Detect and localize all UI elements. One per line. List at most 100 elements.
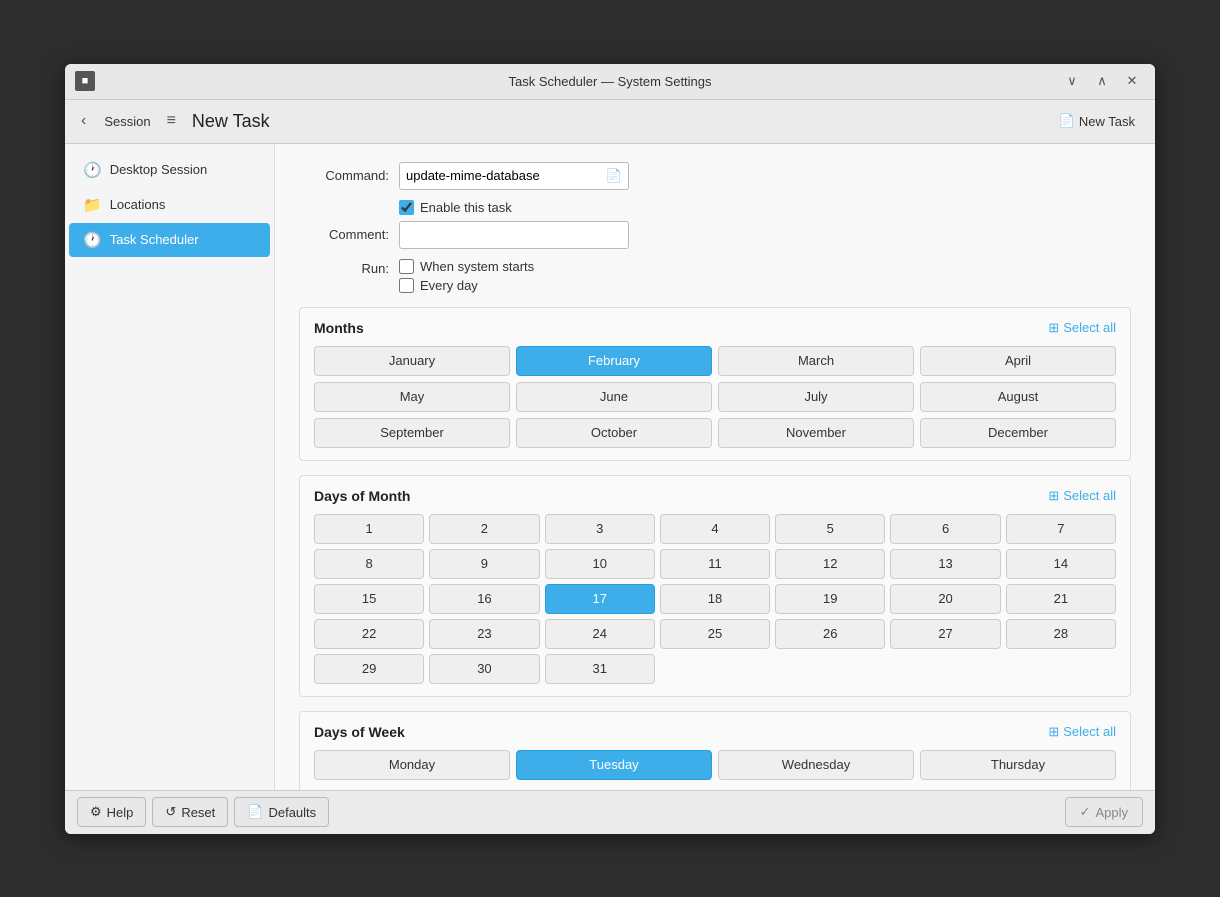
run-option-system-starts: When system starts (399, 259, 534, 274)
apply-button[interactable]: ✓ Apply (1065, 797, 1143, 827)
comment-label: Comment: (299, 227, 389, 242)
day-button-3[interactable]: 3 (545, 514, 655, 544)
month-button-nov[interactable]: November (718, 418, 914, 448)
enable-task-checkbox[interactable] (399, 200, 414, 215)
minimize-button[interactable]: ∨ (1059, 70, 1085, 92)
title-bar: ■ Task Scheduler — System Settings ∨ ∧ ✕ (65, 64, 1155, 100)
month-button-feb[interactable]: February (516, 346, 712, 376)
day-button-28[interactable]: 28 (1006, 619, 1116, 649)
every-day-checkbox[interactable] (399, 278, 414, 293)
month-button-sep[interactable]: September (314, 418, 510, 448)
day-button-1[interactable]: 1 (314, 514, 424, 544)
day-button-29[interactable]: 29 (314, 654, 424, 684)
day-button-15[interactable]: 15 (314, 584, 424, 614)
month-button-jan[interactable]: January (314, 346, 510, 376)
month-button-apr[interactable]: April (920, 346, 1116, 376)
run-row: Run: When system starts Every day (299, 259, 1131, 293)
weekday-button-wed[interactable]: Wednesday (718, 750, 914, 780)
maximize-button[interactable]: ∧ (1089, 70, 1115, 92)
app-icon: ■ (75, 71, 95, 91)
day-button-5[interactable]: 5 (775, 514, 885, 544)
day-button-16[interactable]: 16 (429, 584, 539, 614)
weekday-button-tue[interactable]: Tuesday (516, 750, 712, 780)
sidebar-item-task-scheduler[interactable]: 🕐 Task Scheduler (69, 223, 270, 257)
comment-input[interactable] (399, 221, 629, 249)
days-of-week-select-all-button[interactable]: ⊞ Select all (1048, 724, 1116, 740)
day-button-20[interactable]: 20 (890, 584, 1000, 614)
defaults-icon: 📄 (247, 804, 263, 820)
command-field-wrapper: 📄 (399, 162, 629, 190)
day-button-27[interactable]: 27 (890, 619, 1000, 649)
file-picker-icon[interactable]: 📄 (606, 168, 622, 184)
page-title: New Task (192, 111, 270, 132)
day-button-11[interactable]: 11 (660, 549, 770, 579)
select-all-icon: ⊞ (1048, 724, 1059, 740)
day-button-23[interactable]: 23 (429, 619, 539, 649)
month-button-oct[interactable]: October (516, 418, 712, 448)
months-select-all-button[interactable]: ⊞ Select all (1048, 320, 1116, 336)
sidebar-item-label: Desktop Session (110, 162, 208, 177)
day-button-25[interactable]: 25 (660, 619, 770, 649)
day-button-2[interactable]: 2 (429, 514, 539, 544)
main-content: Command: 📄 Enable this task Comment: Run… (275, 144, 1155, 790)
sidebar-item-desktop-session[interactable]: 🕐 Desktop Session (69, 153, 270, 187)
day-button-30[interactable]: 30 (429, 654, 539, 684)
new-task-icon: 📄 (1059, 113, 1075, 129)
close-button[interactable]: ✕ (1119, 70, 1145, 92)
day-button-19[interactable]: 19 (775, 584, 885, 614)
window-title: Task Scheduler — System Settings (508, 74, 711, 89)
weekday-button-mon[interactable]: Monday (314, 750, 510, 780)
weekday-button-thu[interactable]: Thursday (920, 750, 1116, 780)
days-of-month-header: Days of Month ⊞ Select all (314, 488, 1116, 504)
help-button[interactable]: ⚙ Help (77, 797, 146, 827)
day-button-10[interactable]: 10 (545, 549, 655, 579)
day-button-21[interactable]: 21 (1006, 584, 1116, 614)
comment-row: Comment: (299, 221, 1131, 249)
day-button-14[interactable]: 14 (1006, 549, 1116, 579)
when-system-starts-label: When system starts (420, 259, 534, 274)
day-button-13[interactable]: 13 (890, 549, 1000, 579)
folder-icon: 📁 (83, 196, 102, 214)
month-button-mar[interactable]: March (718, 346, 914, 376)
days-of-week-section: Days of Week ⊞ Select all MondayTuesdayW… (299, 711, 1131, 790)
defaults-button[interactable]: 📄 Defaults (234, 797, 329, 827)
month-button-jun[interactable]: June (516, 382, 712, 412)
command-input[interactable] (406, 168, 602, 183)
day-button-26[interactable]: 26 (775, 619, 885, 649)
day-button-17[interactable]: 17 (545, 584, 655, 614)
month-button-aug[interactable]: August (920, 382, 1116, 412)
session-button[interactable]: Session (96, 110, 158, 133)
month-button-dec[interactable]: December (920, 418, 1116, 448)
days-of-week-header: Days of Week ⊞ Select all (314, 724, 1116, 740)
day-button-18[interactable]: 18 (660, 584, 770, 614)
command-row: Command: 📄 (299, 162, 1131, 190)
day-button-24[interactable]: 24 (545, 619, 655, 649)
day-button-22[interactable]: 22 (314, 619, 424, 649)
days-of-month-select-all-button[interactable]: ⊞ Select all (1048, 488, 1116, 504)
apply-icon: ✓ (1080, 804, 1091, 820)
months-header: Months ⊞ Select all (314, 320, 1116, 336)
new-task-button[interactable]: 📄 New Task (1051, 109, 1143, 133)
day-button-4[interactable]: 4 (660, 514, 770, 544)
day-button-9[interactable]: 9 (429, 549, 539, 579)
run-option-every-day: Every day (399, 278, 534, 293)
day-button-31[interactable]: 31 (545, 654, 655, 684)
month-button-jul[interactable]: July (718, 382, 914, 412)
hamburger-button[interactable]: ≡ (159, 108, 184, 134)
day-button-6[interactable]: 6 (890, 514, 1000, 544)
days-of-month-title: Days of Month (314, 488, 410, 504)
clock-icon: 🕐 (83, 161, 102, 179)
reset-icon: ↺ (165, 804, 176, 820)
day-button-7[interactable]: 7 (1006, 514, 1116, 544)
when-system-starts-checkbox[interactable] (399, 259, 414, 274)
sidebar: 🕐 Desktop Session 📁 Locations 🕐 Task Sch… (65, 144, 275, 790)
months-title: Months (314, 320, 364, 336)
nav-bar: ‹ Session ≡ New Task 📄 New Task (65, 100, 1155, 144)
sidebar-item-locations[interactable]: 📁 Locations (69, 188, 270, 222)
day-button-8[interactable]: 8 (314, 549, 424, 579)
reset-button[interactable]: ↺ Reset (152, 797, 228, 827)
day-button-12[interactable]: 12 (775, 549, 885, 579)
enable-task-label: Enable this task (420, 200, 512, 215)
month-button-may[interactable]: May (314, 382, 510, 412)
back-button[interactable]: ‹ (77, 108, 90, 134)
